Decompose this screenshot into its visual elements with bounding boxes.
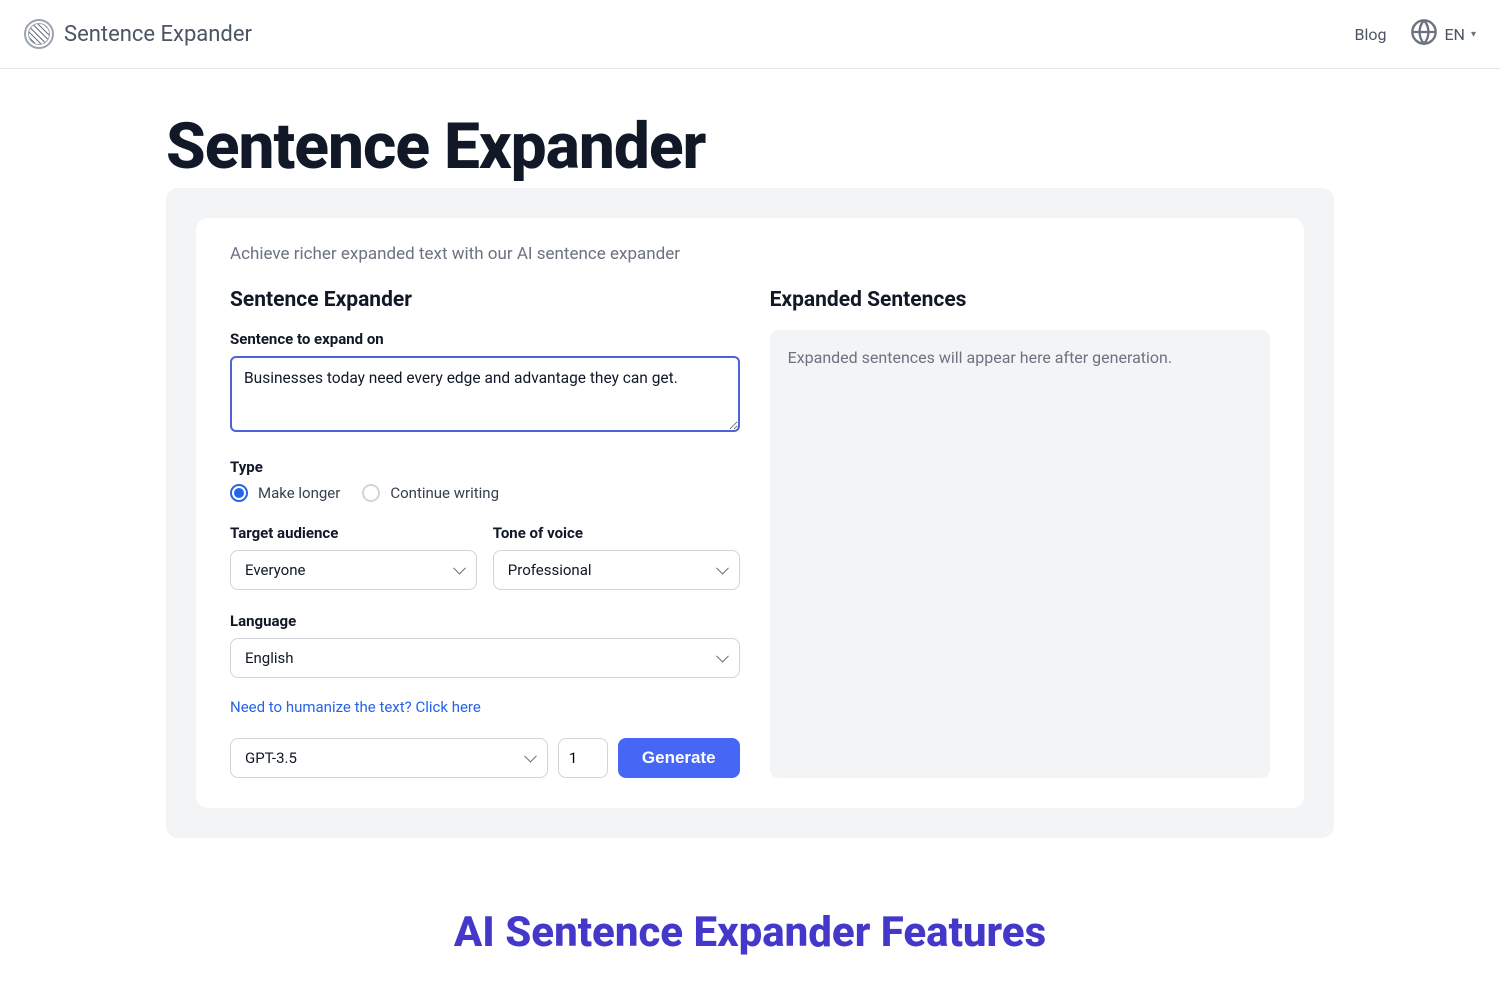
type-label: Type <box>230 458 740 476</box>
language-picker[interactable]: EN ▾ <box>1410 18 1476 50</box>
input-heading: Sentence Expander <box>230 288 740 312</box>
radio-dot-icon <box>230 484 248 502</box>
output-placeholder: Expanded sentences will appear here afte… <box>788 348 1173 367</box>
select-value: GPT-3.5 <box>245 749 297 767</box>
target-audience-label: Target audience <box>230 524 477 542</box>
header: Sentence Expander Blog EN ▾ <box>0 0 1500 69</box>
sentence-label: Sentence to expand on <box>230 330 740 348</box>
radio-label: Make longer <box>258 484 340 502</box>
type-radio-group: Make longer Continue writing <box>230 484 740 502</box>
input-column: Sentence Expander Sentence to expand on … <box>230 288 740 778</box>
blog-link[interactable]: Blog <box>1354 25 1386 44</box>
humanize-link[interactable]: Need to humanize the text? Click here <box>230 698 481 716</box>
nav-right: Blog EN ▾ <box>1354 18 1476 50</box>
generate-button[interactable]: Generate <box>618 738 740 778</box>
brand-name: Sentence Expander <box>64 22 252 47</box>
features-heading: AI Sentence Expander Features <box>166 908 1334 957</box>
radio-dot-icon <box>362 484 380 502</box>
quantity-input[interactable] <box>558 738 608 778</box>
logo-icon <box>24 19 54 49</box>
language-label: Language <box>230 612 740 630</box>
select-value: Everyone <box>245 561 305 579</box>
sentence-input[interactable] <box>230 356 740 432</box>
tool-card: Achieve richer expanded text with our AI… <box>196 218 1304 808</box>
radio-label: Continue writing <box>390 484 499 502</box>
language-select[interactable]: English <box>230 638 740 678</box>
output-heading: Expanded Sentences <box>770 288 1270 312</box>
outer-card: Achieve richer expanded text with our AI… <box>166 188 1334 838</box>
tone-label: Tone of voice <box>493 524 740 542</box>
output-column: Expanded Sentences Expanded sentences wi… <box>770 288 1270 778</box>
select-value: English <box>245 649 294 667</box>
language-code: EN <box>1444 25 1465 44</box>
radio-continue-writing[interactable]: Continue writing <box>362 484 499 502</box>
tone-select[interactable]: Professional <box>493 550 740 590</box>
model-select[interactable]: GPT-3.5 <box>230 738 548 778</box>
brand[interactable]: Sentence Expander <box>24 19 252 49</box>
radio-make-longer[interactable]: Make longer <box>230 484 340 502</box>
chevron-down-icon: ▾ <box>1471 29 1476 40</box>
select-value: Professional <box>508 561 592 579</box>
target-audience-select[interactable]: Everyone <box>230 550 477 590</box>
output-box: Expanded sentences will appear here afte… <box>770 330 1270 778</box>
globe-icon <box>1410 18 1438 50</box>
page-title: Sentence Expander <box>166 109 1334 184</box>
subtitle: Achieve richer expanded text with our AI… <box>230 244 1270 264</box>
